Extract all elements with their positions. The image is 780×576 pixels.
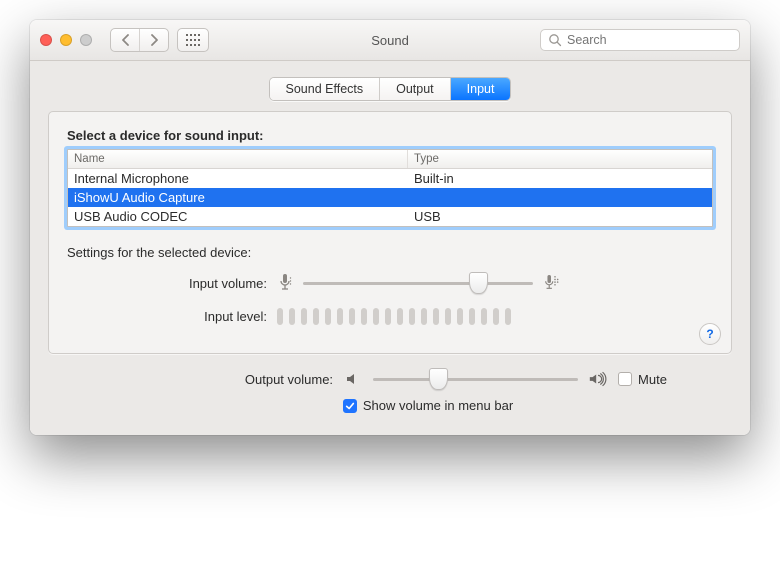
- input-level-row: Input level:: [67, 308, 713, 325]
- output-volume-slider[interactable]: [373, 371, 578, 387]
- checkmark-icon: [345, 401, 355, 411]
- device-list-heading: Select a device for sound input:: [67, 128, 713, 143]
- device-row-0[interactable]: Internal Microphone Built-in: [68, 169, 712, 188]
- level-segment: [481, 308, 487, 325]
- level-segment: [493, 308, 499, 325]
- input-volume-row: Input volume:: [67, 272, 713, 294]
- speaker-high-icon: [588, 370, 608, 388]
- show-volume-label: Show volume in menu bar: [363, 398, 513, 413]
- toolbar-buttons: [110, 28, 209, 52]
- level-segment: [505, 308, 511, 325]
- nav-back-forward: [110, 28, 169, 52]
- col-name[interactable]: Name: [68, 150, 408, 168]
- window-controls: [40, 34, 92, 46]
- window-body: Sound Effects Output Input Select a devi…: [30, 61, 750, 435]
- show-all-prefs-button[interactable]: [177, 28, 209, 52]
- show-volume-checkbox[interactable]: [343, 399, 357, 413]
- level-segment: [433, 308, 439, 325]
- help-button[interactable]: ?: [699, 323, 721, 345]
- input-level-label: Input level:: [67, 309, 267, 324]
- level-segment: [301, 308, 307, 325]
- device-type: Built-in: [408, 169, 712, 188]
- zoom-window-button[interactable]: [80, 34, 92, 46]
- device-list-header: Name Type: [68, 150, 712, 169]
- window: Sound Sound Effects Output Input Select …: [30, 20, 750, 435]
- input-level-meter: [277, 308, 511, 325]
- minimize-window-button[interactable]: [60, 34, 72, 46]
- search-container: [540, 29, 740, 51]
- device-name: iShowU Audio Capture: [68, 188, 408, 207]
- tab-input[interactable]: Input: [451, 78, 511, 100]
- level-segment: [289, 308, 295, 325]
- device-row-2[interactable]: USB Audio CODEC USB: [68, 207, 712, 226]
- grid-icon: [186, 34, 200, 46]
- mute-checkbox-group[interactable]: Mute: [618, 372, 667, 387]
- device-type: USB: [408, 207, 712, 226]
- speaker-low-icon: [343, 370, 363, 388]
- level-segment: [409, 308, 415, 325]
- mic-high-icon: [543, 272, 559, 294]
- chevron-right-icon: [150, 34, 159, 46]
- show-volume-row: Show volume in menu bar: [343, 398, 513, 413]
- level-segment: [457, 308, 463, 325]
- close-window-button[interactable]: [40, 34, 52, 46]
- level-segment: [313, 308, 319, 325]
- level-segment: [469, 308, 475, 325]
- level-segment: [373, 308, 379, 325]
- col-type[interactable]: Type: [408, 150, 712, 168]
- level-segment: [361, 308, 367, 325]
- device-name: Internal Microphone: [68, 169, 408, 188]
- device-name: USB Audio CODEC: [68, 207, 408, 226]
- footer-controls: Output volume:: [48, 370, 732, 413]
- titlebar: Sound: [30, 20, 750, 61]
- level-segment: [445, 308, 451, 325]
- input-volume-label: Input volume:: [67, 276, 267, 291]
- search-icon: [548, 33, 562, 47]
- level-segment: [385, 308, 391, 325]
- mic-low-icon: [277, 272, 293, 294]
- level-segment: [277, 308, 283, 325]
- search-input[interactable]: [540, 29, 740, 51]
- device-type: [408, 188, 712, 207]
- mute-label: Mute: [638, 372, 667, 387]
- device-list[interactable]: Name Type Internal Microphone Built-in i…: [67, 149, 713, 227]
- settings-heading: Settings for the selected device:: [67, 245, 713, 260]
- tabs: Sound Effects Output Input: [48, 77, 732, 101]
- mute-checkbox[interactable]: [618, 372, 632, 386]
- output-volume-label: Output volume:: [113, 372, 333, 387]
- level-segment: [325, 308, 331, 325]
- output-volume-row: Output volume:: [113, 370, 667, 388]
- device-row-1[interactable]: iShowU Audio Capture: [68, 188, 712, 207]
- back-button[interactable]: [111, 29, 140, 51]
- level-segment: [349, 308, 355, 325]
- show-volume-checkbox-group[interactable]: Show volume in menu bar: [343, 398, 513, 413]
- level-segment: [337, 308, 343, 325]
- level-segment: [421, 308, 427, 325]
- input-panel: Select a device for sound input: Name Ty…: [48, 111, 732, 354]
- chevron-left-icon: [121, 34, 130, 46]
- level-segment: [397, 308, 403, 325]
- forward-button[interactable]: [140, 29, 168, 51]
- input-volume-slider[interactable]: [303, 275, 533, 291]
- tab-sound-effects[interactable]: Sound Effects: [270, 78, 381, 100]
- tab-output[interactable]: Output: [380, 78, 451, 100]
- tabstrip: Sound Effects Output Input: [269, 77, 512, 101]
